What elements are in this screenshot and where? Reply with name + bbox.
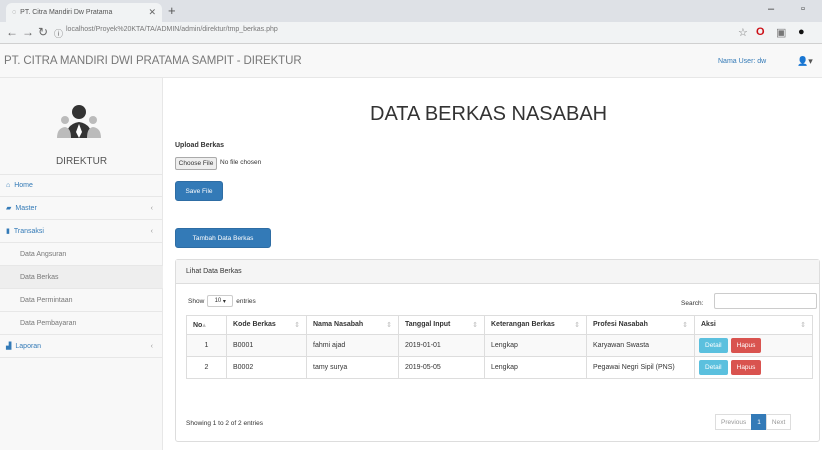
page-length-control: Show 10 ▾ entries xyxy=(188,295,256,307)
sidebar: DIREKTUR ⌂ Home ▰ Master ‹ ▮ Transaksi ‹… xyxy=(0,78,163,450)
profile-icon[interactable]: ● xyxy=(798,26,805,38)
add-berkas-button[interactable]: Tambah Data Berkas xyxy=(175,228,271,248)
pagination-next[interactable]: Next xyxy=(765,414,792,430)
column-header-tanggal[interactable]: Tanggal Input ⇕ xyxy=(398,315,485,335)
pagination-previous[interactable]: Previous xyxy=(715,414,753,430)
detail-button[interactable]: Detail xyxy=(699,360,728,375)
pagination: Previous 1 Next xyxy=(715,414,792,430)
chart-icon: ▟ xyxy=(6,343,12,350)
reload-icon[interactable]: ↻ xyxy=(38,25,48,39)
url-field[interactable]: localhost/Proyek%20KTA/TA/ADMIN/admin/di… xyxy=(66,26,278,33)
home-icon: ⌂ xyxy=(6,182,11,189)
page-length-value: 10 xyxy=(214,298,222,304)
sidebar-item-data-angsuran[interactable]: Data Angsuran xyxy=(0,243,163,266)
info-icon: ⓘ xyxy=(54,29,64,39)
cell-tanggal: 2019-05-05 xyxy=(398,356,485,379)
sidebar-item-label: Home xyxy=(14,182,33,189)
user-menu-icon[interactable]: 👤▾ xyxy=(797,56,813,67)
sidebar-item-label: Transaksi xyxy=(13,227,44,235)
sidebar-item-label: Master xyxy=(15,204,37,212)
maximize-icon[interactable]: ▫ xyxy=(801,3,805,15)
entries-label: entries xyxy=(236,297,256,305)
browser-addressbar: ← → ↻ ⓘ localhost/Proyek%20KTA/TA/ADMIN/… xyxy=(0,22,822,44)
chevron-left-icon: ‹ xyxy=(150,204,153,212)
sidebar-item-transaksi[interactable]: ▮ Transaksi ‹ xyxy=(0,220,163,243)
sidebar-item-label: Laporan xyxy=(15,342,42,350)
table-row: 1 B0001 fahmi ajad 2019-01-01 Lengkap Ka… xyxy=(186,334,813,357)
search-label: Search: xyxy=(681,300,704,307)
table-info: Showing 1 to 2 of 2 entries xyxy=(186,420,263,427)
sidebar-item-label: Data Berkas xyxy=(20,273,59,281)
chevron-left-icon: ‹ xyxy=(150,342,153,350)
browser-tabbar: ◌ PT. Citra Mandiri Dw Pratama ✕ + – ▫ xyxy=(0,0,822,22)
cell-nama: fahmi ajad xyxy=(306,334,399,357)
close-tab-icon[interactable]: ✕ xyxy=(148,7,156,18)
cell-profesi: Karyawan Swasta xyxy=(586,334,695,357)
pagination-page-1[interactable]: 1 xyxy=(751,414,767,430)
column-header-kode[interactable]: Kode Berkas ⇕ xyxy=(226,315,307,335)
forward-icon[interactable]: → xyxy=(22,25,34,39)
table-row: 2 B0002 tamy surya 2019-05-05 Lengkap Pe… xyxy=(186,356,813,379)
sidebar-item-data-pembayaran[interactable]: Data Pembayaran xyxy=(0,312,163,335)
app-navbar: PT. CITRA MANDIRI DWI PRATAMA SAMPIT - D… xyxy=(0,44,822,78)
table-header-row: No▴ Kode Berkas ⇕ Nama Nasabah ⇕ Tanggal I… xyxy=(186,315,813,335)
column-header-no[interactable]: No▴ xyxy=(186,315,227,335)
opera-icon[interactable]: O xyxy=(756,26,765,38)
page-length-select[interactable]: 10 ▾ xyxy=(207,295,234,307)
sidebar-item-data-berkas[interactable]: Data Berkas xyxy=(0,266,163,289)
sidebar-item-data-permintaan[interactable]: Data Permintaan xyxy=(0,289,163,312)
sidebar-item-master[interactable]: ▰ Master ‹ xyxy=(0,197,163,220)
sidebar-item-laporan[interactable]: ▟ Laporan ‹ xyxy=(0,335,163,358)
choose-file-button[interactable]: Choose File xyxy=(175,157,217,170)
sidebar-item-label: Data Pembayaran xyxy=(20,319,77,327)
cell-keterangan: Lengkap xyxy=(484,356,587,379)
berkas-table: No▴ Kode Berkas ⇕ Nama Nasabah ⇕ Tanggal I… xyxy=(186,315,813,379)
cell-kode: B0001 xyxy=(226,334,307,357)
cell-kode: B0002 xyxy=(226,356,307,379)
book-icon: ▮ xyxy=(6,228,10,235)
folder-icon: ▰ xyxy=(6,205,12,212)
avatar-icon xyxy=(57,105,101,138)
cell-no: 1 xyxy=(186,334,227,357)
minimize-icon[interactable]: – xyxy=(768,3,774,15)
brand-title[interactable]: PT. CITRA MANDIRI DWI PRATAMA SAMPIT - D… xyxy=(4,55,302,67)
extension-icon[interactable]: ▣ xyxy=(776,26,786,39)
cell-profesi: Pegawai Negri Sipil (PNS) xyxy=(586,356,695,379)
save-file-button[interactable]: Save File xyxy=(175,181,223,201)
show-label: Show xyxy=(188,297,205,305)
user-name-link[interactable]: Nama User: dw xyxy=(718,58,766,65)
role-label: DIREKTUR xyxy=(55,156,108,167)
page-title: DATA BERKAS NASABAH xyxy=(370,103,608,125)
chevron-left-icon: ‹ xyxy=(150,227,153,235)
cell-aksi: Detail Hapus xyxy=(694,334,813,357)
column-header-profesi[interactable]: Profesi Nasabah ⇕ xyxy=(586,315,695,335)
new-tab-icon[interactable]: + xyxy=(168,3,176,18)
column-header-nama[interactable]: Nama Nasabah ⇕ xyxy=(306,315,399,335)
bookmark-star-icon[interactable]: ☆ xyxy=(738,26,748,39)
file-status-text: No file chosen xyxy=(220,159,262,166)
cell-no: 2 xyxy=(186,356,227,379)
sidebar-item-home[interactable]: ⌂ Home xyxy=(0,174,163,197)
column-header-aksi[interactable]: Aksi ⇕ xyxy=(694,315,813,335)
column-header-keterangan[interactable]: Keterangan Berkas ⇕ xyxy=(484,315,587,335)
page-favicon-icon: ◌ xyxy=(12,9,17,16)
detail-button[interactable]: Detail xyxy=(699,338,728,353)
data-panel: Lihat Data Berkas Show 10 ▾ entries Sear… xyxy=(175,259,820,442)
cell-aksi: Detail Hapus xyxy=(694,356,813,379)
search-input[interactable] xyxy=(714,293,817,309)
browser-tab[interactable]: ◌ PT. Citra Mandiri Dw Pratama ✕ xyxy=(6,3,162,22)
delete-button[interactable]: Hapus xyxy=(730,338,762,353)
delete-button[interactable]: Hapus xyxy=(730,360,762,375)
cell-tanggal: 2019-01-01 xyxy=(398,334,485,357)
sidebar-item-label: Data Angsuran xyxy=(20,250,67,258)
browser-tab-title: PT. Citra Mandiri Dw Pratama xyxy=(20,9,113,16)
cell-nama: tamy surya xyxy=(306,356,399,379)
panel-heading: Lihat Data Berkas xyxy=(176,260,819,284)
back-icon[interactable]: ← xyxy=(6,25,18,39)
sidebar-item-label: Data Permintaan xyxy=(20,296,73,304)
cell-keterangan: Lengkap xyxy=(484,334,587,357)
upload-label: Upload Berkas xyxy=(175,142,225,149)
